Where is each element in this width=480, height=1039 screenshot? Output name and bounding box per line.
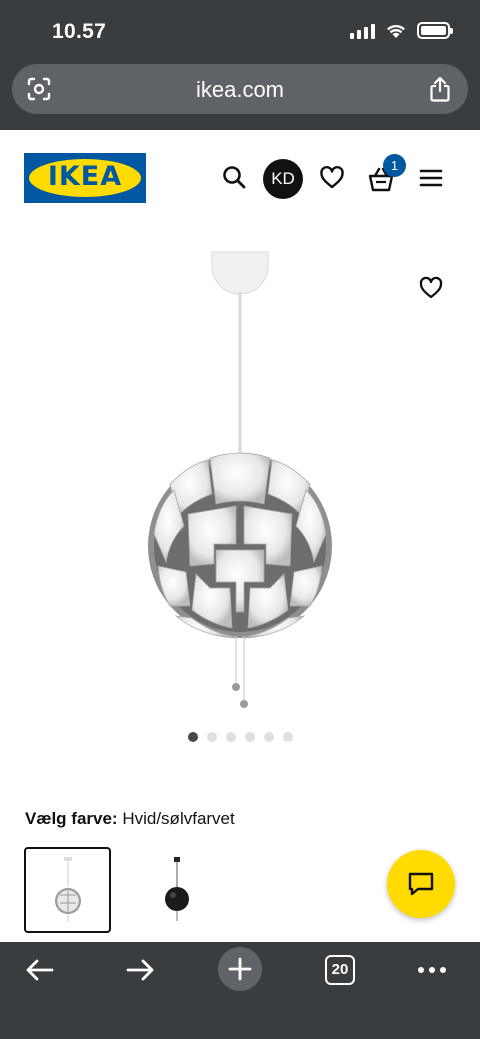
url-text[interactable]: ikea.com xyxy=(12,77,468,103)
swatch-white-silver[interactable] xyxy=(24,847,111,933)
ikea-logo[interactable]: IKEA xyxy=(24,153,146,203)
color-selector-label: Vælg farve: Hvid/sølvfarvet xyxy=(25,809,235,829)
selected-color-name: Hvid/sølvfarvet xyxy=(122,809,235,828)
product-gallery[interactable] xyxy=(0,226,480,766)
url-bar[interactable]: ikea.com xyxy=(12,64,468,114)
gallery-dot[interactable] xyxy=(225,732,236,742)
color-label-title: Vælg farve: xyxy=(25,809,118,828)
gallery-dot[interactable] xyxy=(206,732,217,742)
gallery-dot[interactable] xyxy=(244,732,255,742)
status-time: 10.57 xyxy=(52,20,107,43)
chat-bubble-icon xyxy=(408,872,434,896)
site-header: IKEA KD 1 xyxy=(0,130,480,226)
add-to-favourites-heart-icon[interactable] xyxy=(418,275,444,301)
gallery-pagination xyxy=(0,732,480,742)
favourites-heart-icon[interactable] xyxy=(318,164,346,192)
color-swatches xyxy=(24,847,220,933)
share-icon[interactable] xyxy=(428,76,452,102)
gallery-dot[interactable] xyxy=(282,732,293,742)
cart-count-badge: 1 xyxy=(383,154,406,177)
search-icon[interactable] xyxy=(221,164,249,192)
more-dots-icon[interactable] xyxy=(408,954,456,1002)
status-bar: 10.57 xyxy=(0,0,480,60)
account-avatar[interactable]: KD xyxy=(263,159,303,199)
wifi-icon xyxy=(387,24,405,38)
browser-chrome-top: 10.57 ikea.com xyxy=(0,0,480,130)
status-icons xyxy=(350,22,453,39)
gallery-dot[interactable] xyxy=(263,732,274,742)
forward-arrow-icon[interactable] xyxy=(116,954,164,1002)
battery-icon xyxy=(417,22,453,39)
cellular-signal-icon xyxy=(350,23,375,39)
gallery-dot[interactable] xyxy=(187,732,198,742)
menu-hamburger-icon[interactable] xyxy=(417,164,445,192)
logo-text: IKEA xyxy=(47,161,123,192)
back-arrow-icon[interactable] xyxy=(16,954,64,1002)
plus-icon xyxy=(228,957,252,981)
chat-support-button[interactable] xyxy=(387,850,455,918)
pendant-lamp-image xyxy=(148,251,332,708)
browser-toolbar: 20 xyxy=(0,942,480,1039)
new-tab-button[interactable] xyxy=(218,947,262,991)
swatch-black-copper[interactable] xyxy=(133,847,220,933)
tab-count-button[interactable]: 20 xyxy=(325,955,355,985)
